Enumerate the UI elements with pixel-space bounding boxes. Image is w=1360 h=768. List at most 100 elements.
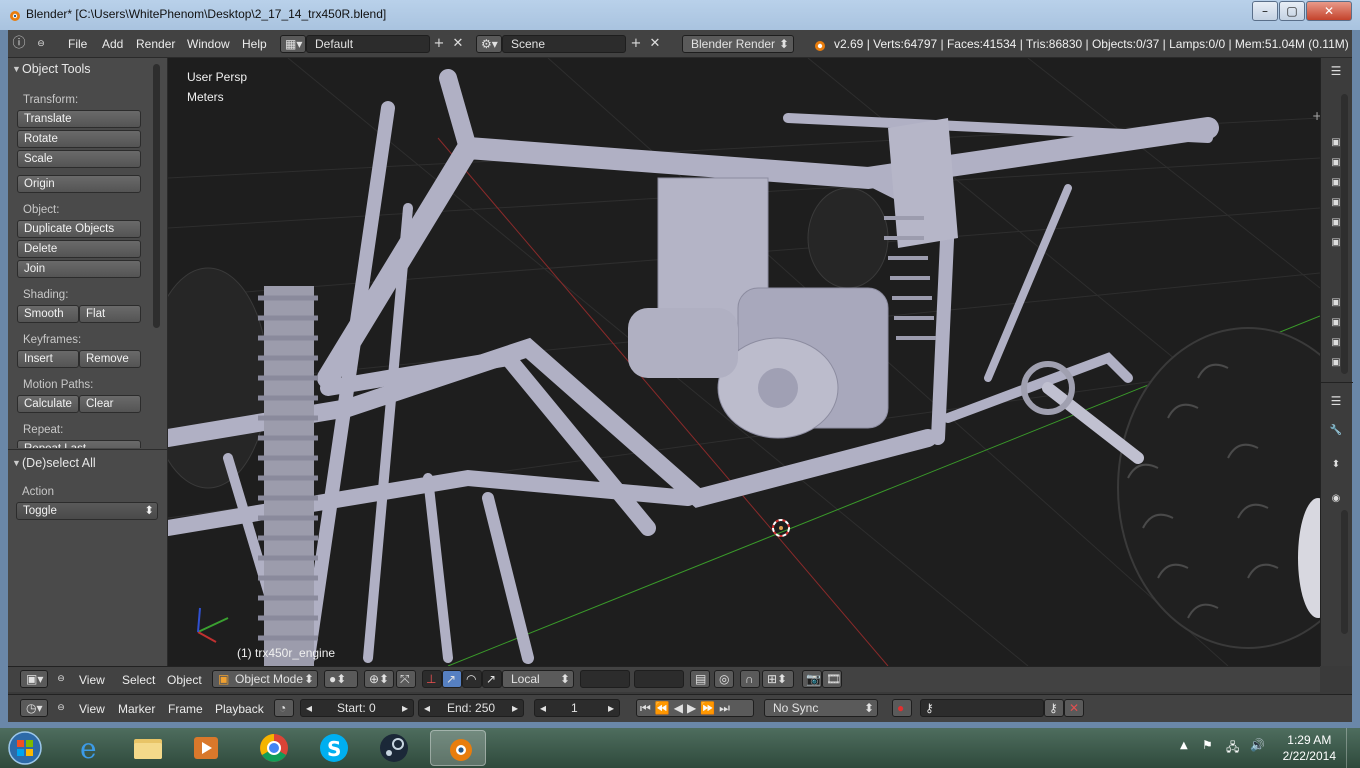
- menu-view[interactable]: View: [79, 673, 105, 687]
- pivot-point-icon[interactable]: ⊕⬍: [364, 670, 394, 688]
- end-frame-field[interactable]: ◂ End: 250 ▸: [418, 699, 524, 717]
- texture-icon[interactable]: ◉: [1329, 492, 1343, 506]
- restrict-icon[interactable]: ▣: [1329, 236, 1343, 250]
- menu-render[interactable]: Render: [136, 37, 175, 51]
- transform-orientation-dropdown[interactable]: Local ⬍: [502, 670, 574, 688]
- translate-manipulator-icon[interactable]: ↗: [442, 670, 462, 688]
- clear-button[interactable]: Clear: [79, 395, 141, 413]
- screen-layout-field[interactable]: Default: [306, 35, 430, 53]
- flat-button[interactable]: Flat: [79, 305, 141, 323]
- action-center-flag-icon[interactable]: ⚑: [1202, 738, 1213, 752]
- start-frame-field[interactable]: ◂ Start: 0 ▸: [300, 699, 414, 717]
- info-editor-type-icon[interactable]: ⓘ: [10, 35, 28, 53]
- menu-view[interactable]: View: [79, 702, 105, 716]
- steam-icon[interactable]: [366, 730, 422, 766]
- render-image-icon[interactable]: 📷: [802, 670, 822, 688]
- skype-icon[interactable]: S: [306, 730, 362, 766]
- proportional-editing-icon[interactable]: ◎: [714, 670, 734, 688]
- record-icon[interactable]: ●: [892, 699, 912, 717]
- snap-element-icon[interactable]: ⊞⬍: [762, 670, 794, 688]
- playback-controls[interactable]: ⏮⏪◀▶⏩⏭: [636, 699, 754, 717]
- restrict-icon[interactable]: ▣: [1329, 156, 1343, 170]
- menu-file[interactable]: File: [68, 37, 87, 51]
- blender-icon[interactable]: [430, 730, 486, 766]
- media-player-icon[interactable]: [178, 730, 234, 766]
- collapse-menus-icon[interactable]: ⊖: [32, 35, 50, 53]
- render-engine-dropdown[interactable]: Blender Render ⬍: [682, 35, 794, 53]
- chrome-icon[interactable]: [246, 730, 302, 766]
- collapse-menus-icon[interactable]: ⊖: [52, 699, 70, 717]
- add-screen-icon[interactable]: +: [430, 35, 448, 53]
- minimize-icon[interactable]: –: [1252, 1, 1278, 21]
- mode-dropdown[interactable]: ▣ Object Mode ⬍: [212, 670, 318, 688]
- menu-playback[interactable]: Playback: [215, 702, 264, 716]
- network-icon[interactable]: 🖧: [1226, 738, 1239, 759]
- remove-keyframe-button[interactable]: Remove: [79, 350, 141, 368]
- restrict-icon[interactable]: ▣: [1329, 196, 1343, 210]
- menu-add[interactable]: Add: [102, 37, 123, 51]
- scale-button[interactable]: Scale: [17, 150, 141, 168]
- insert-keyframe-icon[interactable]: ⚷: [1044, 699, 1064, 717]
- calculate-button[interactable]: Calculate: [17, 395, 79, 413]
- menu-object[interactable]: Object: [167, 673, 202, 687]
- restrict-icon[interactable]: ▣: [1329, 336, 1343, 350]
- volume-icon[interactable]: 🔊: [1250, 738, 1265, 752]
- taskbar-clock[interactable]: 1:29 AM 2/22/2014: [1283, 732, 1336, 764]
- show-desktop-button[interactable]: [1346, 728, 1360, 768]
- layer-buttons-1[interactable]: [580, 670, 630, 688]
- menu-frame[interactable]: Frame: [168, 702, 203, 716]
- menu-window[interactable]: Window: [187, 37, 230, 51]
- editor-type-timeline-icon[interactable]: ◷▾: [20, 699, 48, 717]
- layer-buttons-2[interactable]: [634, 670, 684, 688]
- properties-icon[interactable]: ☰: [1329, 394, 1343, 408]
- restrict-icon[interactable]: ▣: [1329, 316, 1343, 330]
- scroll-arrows-icon[interactable]: ⬍: [1329, 458, 1343, 472]
- outliner-icon[interactable]: ☰: [1329, 64, 1343, 78]
- maximize-icon[interactable]: ▢: [1279, 1, 1305, 21]
- keying-set-field[interactable]: ⚷: [920, 699, 1044, 717]
- show-hidden-icons[interactable]: ▲: [1180, 740, 1188, 751]
- action-dropdown[interactable]: Toggle ⬍: [16, 502, 158, 520]
- editor-type-3d-icon[interactable]: ▣▾: [20, 670, 48, 688]
- origin-button[interactable]: Origin: [17, 175, 141, 193]
- shading-dropdown[interactable]: ●⬍: [324, 670, 358, 688]
- rotate-button[interactable]: Rotate: [17, 130, 141, 148]
- deselect-all-panel-header[interactable]: ▼ (De)select All: [8, 452, 166, 474]
- restrict-icon[interactable]: ▣: [1329, 216, 1343, 230]
- lock-camera-icon[interactable]: ▤: [690, 670, 710, 688]
- snap-toggle-icon[interactable]: ∩: [740, 670, 760, 688]
- tool-shelf-scrollbar[interactable]: [153, 64, 160, 328]
- restrict-icon[interactable]: ▣: [1329, 176, 1343, 190]
- start-orb-icon[interactable]: [6, 730, 44, 766]
- file-explorer-icon[interactable]: [120, 730, 176, 766]
- scale-manipulator-icon[interactable]: ↗: [482, 670, 502, 688]
- translate-button[interactable]: Translate: [17, 110, 141, 128]
- delete-keyframe-icon[interactable]: ✕: [1064, 699, 1084, 717]
- manipulator-toggle-icon[interactable]: ⊥: [422, 670, 442, 688]
- proportional-icon[interactable]: ⤧: [396, 670, 416, 688]
- menu-marker[interactable]: Marker: [118, 702, 155, 716]
- duplicate-objects-button[interactable]: Duplicate Objects: [17, 220, 141, 238]
- screen-layout-icon[interactable]: ▦▾: [280, 35, 306, 53]
- delete-scene-icon[interactable]: ✕: [646, 35, 664, 53]
- join-button[interactable]: Join: [17, 260, 141, 278]
- restrict-icon[interactable]: ▣: [1329, 136, 1343, 150]
- restrict-icon[interactable]: ▣: [1329, 296, 1343, 310]
- 3d-viewport[interactable]: + User Persp Meters (1) trx450r_engine: [168, 58, 1320, 666]
- delete-button[interactable]: Delete: [17, 240, 141, 258]
- internet-explorer-icon[interactable]: e: [62, 730, 118, 766]
- sync-dropdown[interactable]: No Sync ⬍: [764, 699, 878, 717]
- collapse-menus-icon[interactable]: ⊖: [52, 670, 70, 688]
- add-scene-icon[interactable]: +: [627, 35, 645, 53]
- object-tools-panel-header[interactable]: ▼ Object Tools: [8, 58, 166, 80]
- restrict-icon[interactable]: ▣: [1329, 356, 1343, 370]
- render-animation-icon[interactable]: 🎞: [822, 670, 842, 688]
- scene-icon[interactable]: ⚙▾: [476, 35, 502, 53]
- rotate-manipulator-icon[interactable]: ◠: [462, 670, 482, 688]
- properties-scrollbar[interactable]: [1341, 510, 1348, 634]
- preview-range-icon[interactable]: ◔: [274, 699, 294, 717]
- close-icon[interactable]: ✕: [1306, 1, 1352, 21]
- current-frame-field[interactable]: ◂ 1 ▸: [534, 699, 620, 717]
- repeat-last-button[interactable]: Repeat Last: [17, 440, 141, 448]
- scene-field[interactable]: Scene: [502, 35, 626, 53]
